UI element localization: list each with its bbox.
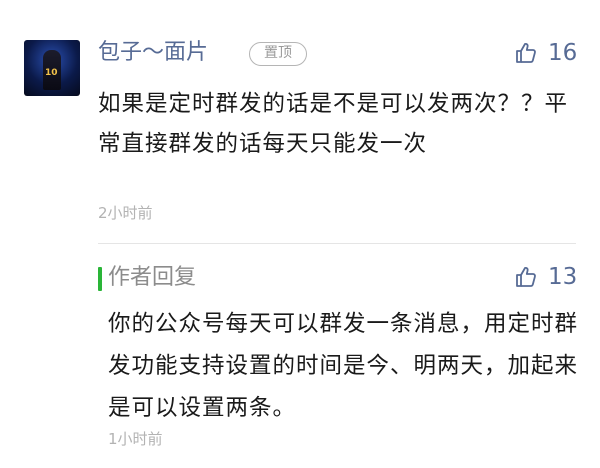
comment-text: 如果是定时群发的话是不是可以发两次？？平常直接群发的话每天只能发一次 bbox=[98, 91, 569, 157]
comment-like-count: 16 bbox=[548, 40, 578, 66]
author-reply-label: 作者回复 bbox=[108, 265, 197, 290]
reply-divider bbox=[98, 243, 576, 244]
thumbs-up-icon bbox=[514, 41, 538, 65]
thumbs-up-icon bbox=[514, 265, 538, 289]
pinned-badge: 置顶 bbox=[249, 42, 307, 66]
comment-author-name[interactable]: 包子～面片 bbox=[98, 38, 208, 68]
avatar[interactable]: 10 bbox=[24, 40, 80, 96]
comment-like-button[interactable]: 16 bbox=[514, 38, 577, 68]
reply-like-count: 13 bbox=[548, 264, 578, 290]
comment-timestamp: 2小时前 bbox=[98, 204, 153, 222]
avatar-jersey-number: 10 bbox=[45, 68, 58, 78]
reply-text: 你的公众号每天可以群发一条消息，用定时群发功能支持设置的时间是今、明两天，加起来… bbox=[108, 311, 579, 421]
reply-accent-bar bbox=[98, 267, 102, 291]
comment-item: 10 包子～面片 置顶 16 如果是定时群发的话是不是可以发两次？？平常直接群发… bbox=[0, 0, 600, 240]
reply-timestamp: 1小时前 bbox=[108, 430, 163, 448]
reply-like-button[interactable]: 13 bbox=[514, 262, 577, 292]
